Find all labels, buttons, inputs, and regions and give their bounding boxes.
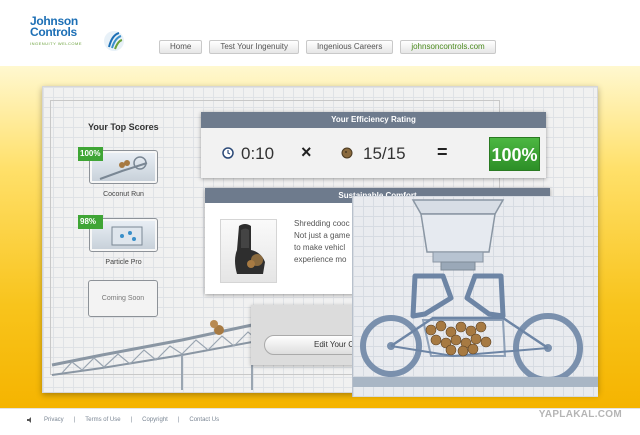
main-nav: Home Test Your Ingenuity Ingenious Caree… bbox=[159, 40, 496, 54]
top-scores-title: Your Top Scores bbox=[88, 122, 159, 132]
equals-symbol: = bbox=[437, 142, 448, 162]
footer-divider: | bbox=[73, 417, 76, 423]
footer-divider: | bbox=[130, 417, 133, 423]
site-footer: Privacy | Terms of Use | Copyright | Con… bbox=[0, 408, 640, 435]
collected-value: 15/15 bbox=[363, 144, 406, 163]
game-viewport[interactable] bbox=[352, 196, 598, 397]
brand-logo[interactable]: Johnson Controls INGENUITY WELCOME bbox=[30, 15, 124, 51]
brand-mark-icon bbox=[104, 31, 124, 51]
coming-soon-card: Coming Soon bbox=[88, 280, 158, 317]
coconut-run-label: Coconut Run bbox=[103, 191, 144, 198]
times-symbol: × bbox=[301, 142, 312, 162]
efficiency-rating-title: Your Efficiency Rating bbox=[201, 112, 546, 128]
coconut-icon bbox=[341, 147, 353, 159]
nav-test-your-ingenuity[interactable]: Test Your Ingenuity bbox=[209, 40, 299, 54]
nav-johnsoncontrols-com[interactable]: johnsoncontrols.com bbox=[400, 40, 496, 54]
efficiency-result-badge: 100% bbox=[489, 137, 540, 171]
footer-link-terms[interactable]: Terms of Use bbox=[85, 417, 120, 423]
footer-link-privacy[interactable]: Privacy bbox=[44, 417, 64, 423]
watermark: YAPLAKAL.COM bbox=[538, 409, 622, 420]
coconut-run-score-badge: 100% bbox=[78, 147, 103, 161]
footer-divider: | bbox=[177, 417, 180, 423]
footer-link-contact[interactable]: Contact Us bbox=[189, 417, 219, 423]
game-card-coconut-run[interactable]: 100% bbox=[78, 147, 158, 184]
particle-pro-score-badge: 98% bbox=[78, 215, 103, 229]
footer-links: Privacy | Terms of Use | Copyright | Con… bbox=[26, 416, 219, 424]
footer-link-copyright[interactable]: Copyright bbox=[142, 417, 168, 423]
brand-name-line2: Controls bbox=[30, 25, 77, 39]
speaker-icon[interactable] bbox=[26, 416, 34, 424]
site-header: Johnson Controls INGENUITY WELCOME Home … bbox=[0, 0, 640, 66]
edit-button[interactable]: Edit Your C bbox=[264, 335, 364, 355]
car-seat-image bbox=[220, 219, 277, 283]
bicycle-shredder-illustration bbox=[353, 199, 598, 387]
nav-home[interactable]: Home bbox=[159, 40, 203, 54]
nav-ingenious-careers[interactable]: Ingenious Careers bbox=[305, 40, 394, 54]
clock-icon bbox=[222, 147, 234, 159]
time-value: 0:10 bbox=[241, 144, 275, 163]
particle-pro-label: Particle Pro bbox=[105, 259, 142, 266]
brand-tagline: INGENUITY WELCOME bbox=[30, 41, 82, 46]
game-card-particle-pro[interactable]: 98% bbox=[78, 215, 158, 252]
